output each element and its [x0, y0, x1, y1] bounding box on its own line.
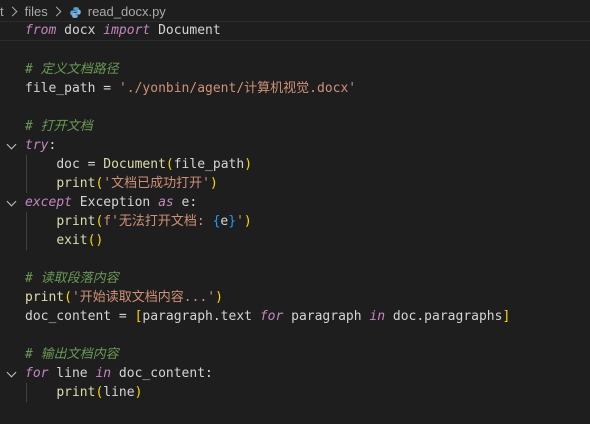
bracket: ] [502, 309, 511, 324]
fstring-prefix: f [103, 214, 112, 229]
function-name: print [25, 290, 65, 305]
indent-guide [26, 155, 27, 174]
string-literal: '开始读取文档内容...' [71, 290, 216, 305]
code-line-7[interactable]: try: [0, 136, 590, 155]
keyword-import: import [103, 23, 151, 38]
comment: # 读取段落内容 [25, 271, 119, 286]
exception-class: Exception [71, 195, 159, 210]
function-name: print [56, 385, 96, 400]
bracket: ( [165, 157, 174, 172]
function-name: print [56, 214, 96, 229]
fold-chevron-icon[interactable] [6, 196, 17, 207]
breadcrumb-folder[interactable]: files [25, 4, 48, 19]
code-line-11[interactable]: print(f'无法打开文档: {e}') [0, 212, 590, 231]
expression: paragraph.text [142, 309, 260, 324]
code-line-20[interactable]: print(line) [0, 383, 590, 402]
function-name: Document [103, 157, 166, 172]
argument: line [103, 385, 135, 400]
bracket: ( [64, 290, 72, 305]
indent-guide [26, 174, 27, 193]
iterable: doc_content: [111, 366, 213, 381]
variable: doc_content [25, 309, 112, 324]
operator: = [79, 157, 104, 172]
string-literal: './yonbin/agent/计算机视觉.docx' [118, 81, 357, 96]
comment: # 打开文档 [25, 119, 93, 134]
keyword-try: try [25, 138, 49, 153]
code-line-12[interactable]: exit() [0, 231, 590, 250]
string-literal: '无法打开文档: [111, 214, 213, 229]
keyword-as: as [158, 195, 174, 210]
keyword-from: from [25, 23, 57, 38]
iterable: doc.paragraphs [385, 309, 503, 324]
bracket: () [87, 233, 104, 248]
indent-guide [26, 383, 27, 402]
comment: # 定义文档路径 [25, 62, 119, 77]
string-literal: '文档已成功打开' [103, 176, 210, 191]
comment: # 输出文档内容 [25, 347, 119, 362]
variable: file_path [25, 81, 96, 96]
breadcrumb-root[interactable]: t [0, 4, 4, 19]
operator: = [95, 81, 119, 96]
function-name: exit [56, 233, 88, 248]
import-name: Document [150, 23, 221, 38]
code-line-4[interactable]: file_path = './yonbin/agent/计算机视觉.docx' [0, 79, 590, 98]
code-line-15[interactable]: print('开始读取文档内容...') [0, 288, 590, 307]
breadcrumb: t files read_docx.py [0, 0, 590, 22]
code-line-14[interactable]: # 读取段落内容 [0, 269, 590, 288]
bracket: ) [215, 290, 223, 305]
code-editor[interactable]: t files read_docx.py from docx import Do… [0, 0, 590, 424]
code-line-8[interactable]: doc = Document(file_path) [0, 155, 590, 174]
bracket: ) [209, 176, 218, 191]
code-line-2[interactable] [0, 41, 590, 60]
code-line-18[interactable]: # 输出文档内容 [0, 345, 590, 364]
code-line-17[interactable] [0, 326, 590, 345]
code-line-1[interactable]: from docx import Document [0, 21, 590, 41]
breadcrumb-file[interactable]: read_docx.py [88, 4, 166, 19]
code-line-10[interactable]: except Exception as e: [0, 193, 590, 212]
function-name: print [56, 176, 96, 191]
module-name: docx [56, 23, 104, 38]
indent-guide [26, 231, 27, 250]
loop-variable: paragraph [283, 309, 370, 324]
code-line-19[interactable]: for line in doc_content: [0, 364, 590, 383]
argument: file_path [173, 157, 245, 172]
code-line-16[interactable]: doc_content = [paragraph.text for paragr… [0, 307, 590, 326]
keyword-in: in [95, 366, 112, 381]
code-line-6[interactable]: # 打开文档 [0, 117, 590, 136]
code-line-3[interactable]: # 定义文档路径 [0, 60, 590, 79]
string-literal: ' [236, 214, 244, 229]
operator: = [111, 309, 135, 324]
chevron-right-icon [51, 6, 62, 16]
keyword-for: for [25, 366, 49, 381]
code-area[interactable]: from docx import Document # 定义文档路径 file_… [0, 21, 590, 402]
alias: e: [173, 195, 198, 210]
indent-guide [26, 212, 27, 231]
keyword-except: except [25, 195, 72, 210]
bracket: ) [244, 157, 253, 172]
python-file-icon [69, 6, 81, 18]
code-line-9[interactable]: print('文档已成功打开') [0, 174, 590, 193]
colon: : [48, 138, 57, 153]
variable: doc [56, 157, 80, 172]
code-line-5[interactable] [0, 98, 590, 117]
bracket: } [228, 214, 237, 229]
bracket: ) [134, 385, 143, 400]
chevron-right-icon [7, 6, 18, 16]
fold-chevron-icon[interactable] [6, 367, 17, 378]
bracket: ) [243, 214, 252, 229]
keyword-for: for [259, 309, 284, 324]
fold-chevron-icon[interactable] [6, 139, 17, 150]
keyword-in: in [369, 309, 386, 324]
loop-variable: line [48, 366, 96, 381]
code-line-13[interactable] [0, 250, 590, 269]
